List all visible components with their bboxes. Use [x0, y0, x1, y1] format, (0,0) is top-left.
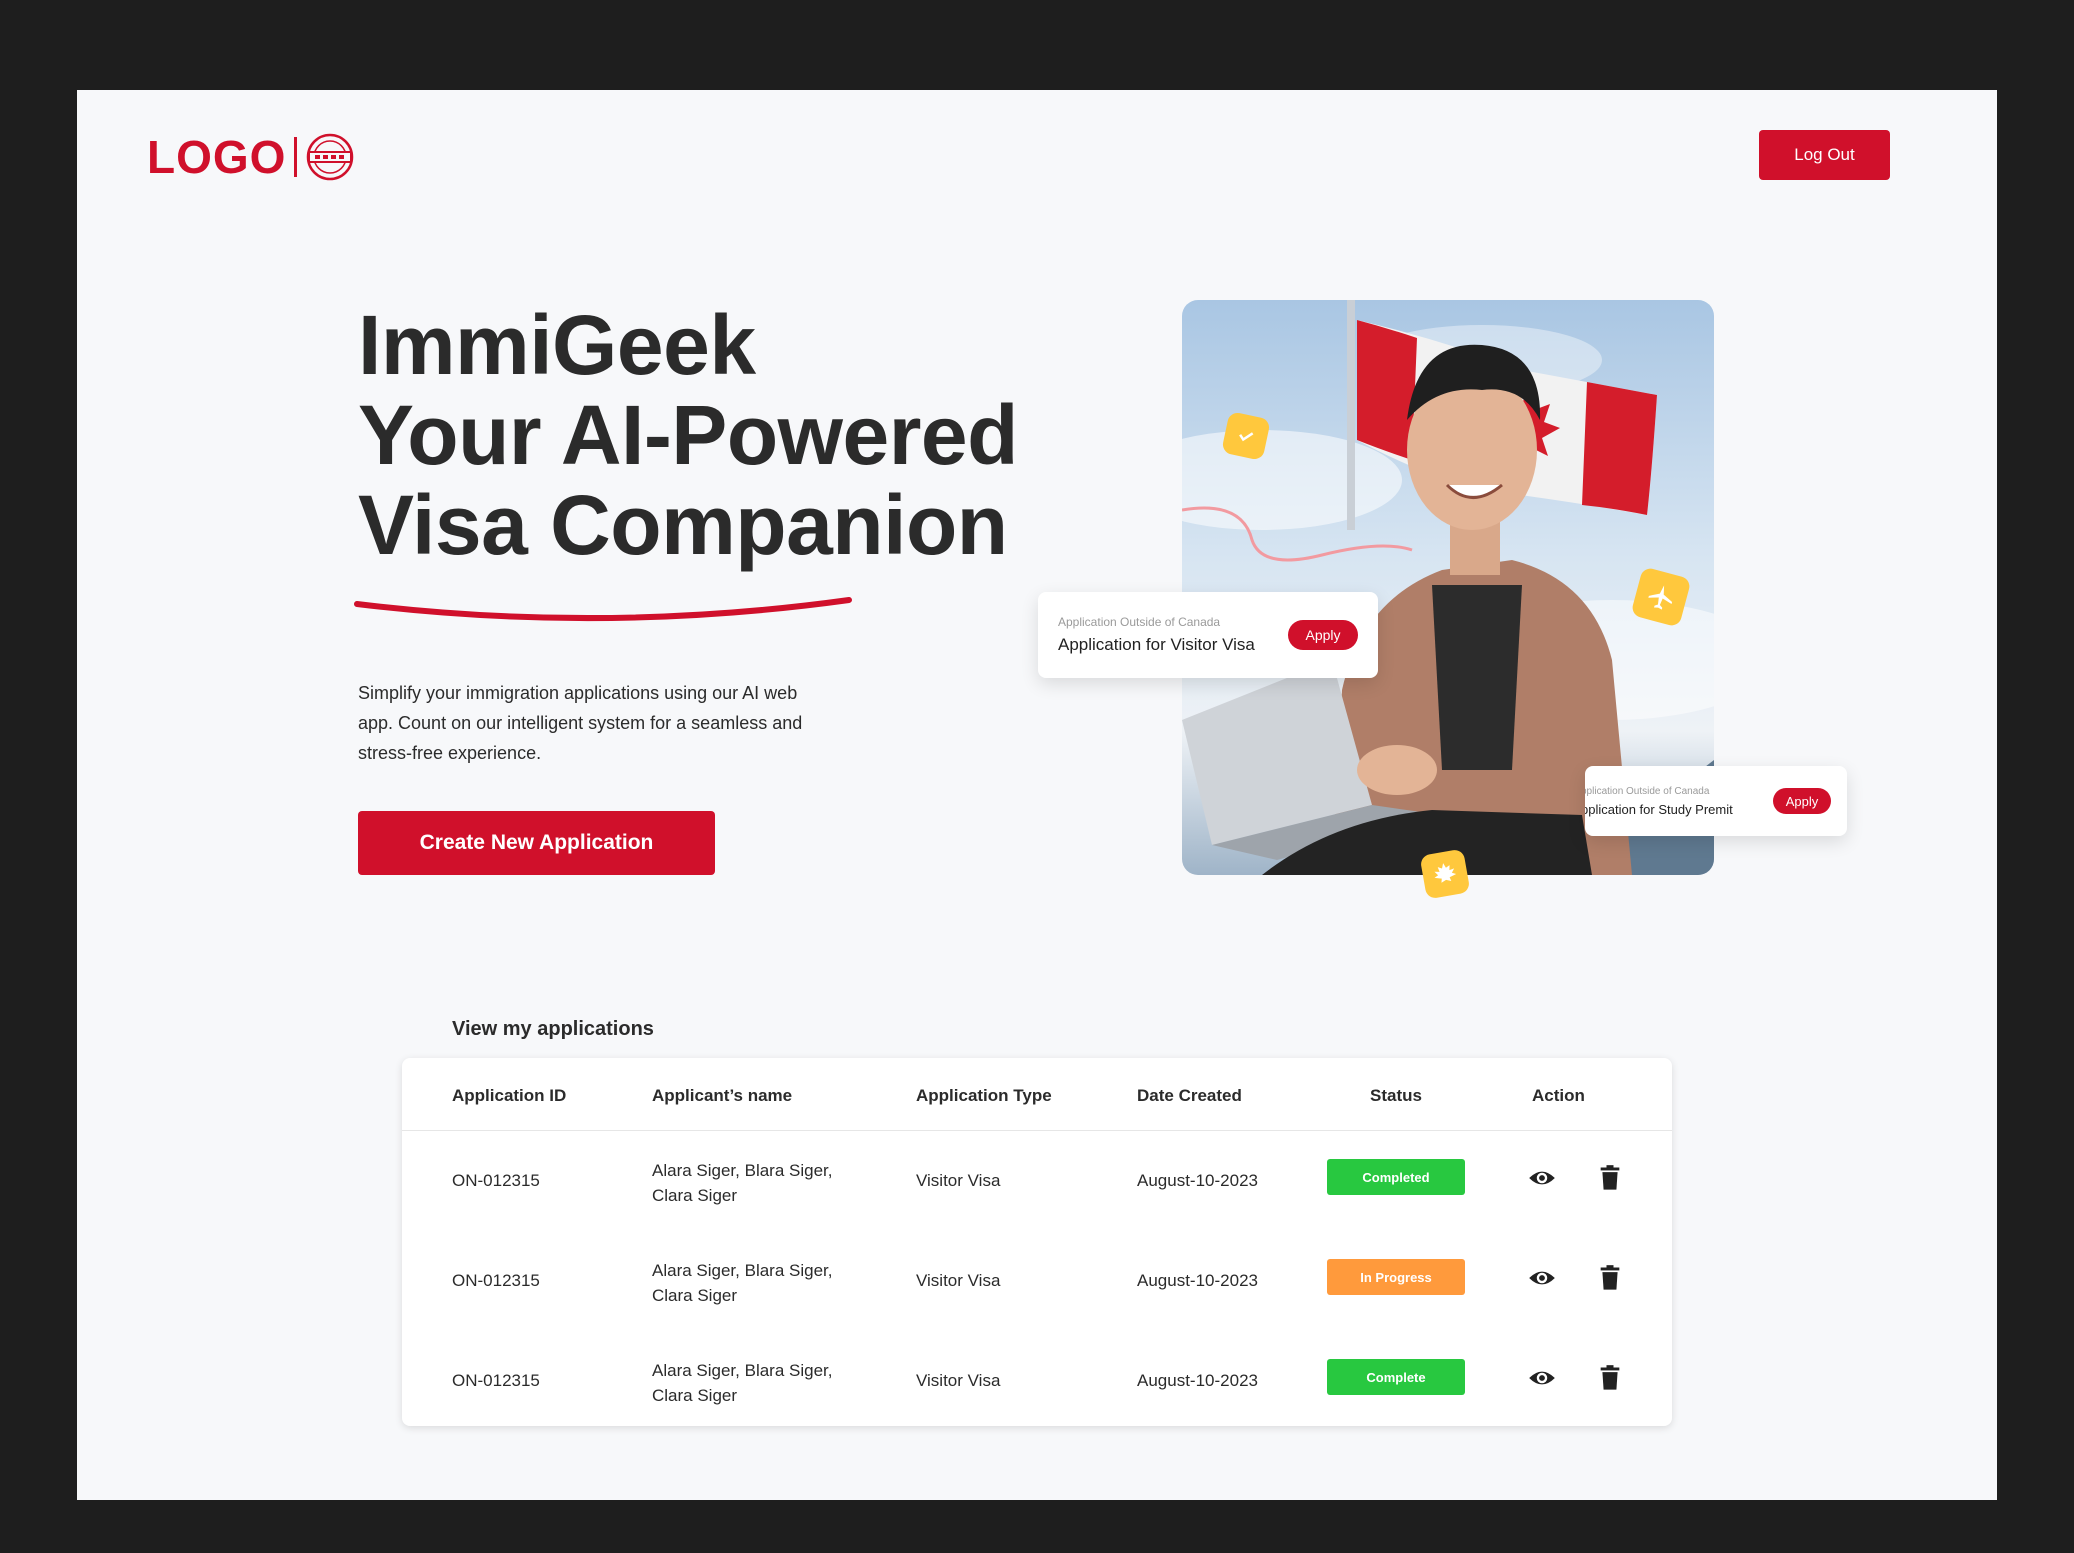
apply-visitor-visa-button[interactable]: Apply	[1288, 620, 1358, 650]
table-row: ON-012315 Alara Siger, Blara Siger, Clar…	[402, 1230, 1672, 1330]
maple-leaf-badge-icon	[1419, 848, 1471, 900]
column-header-date: Date Created	[1137, 1086, 1242, 1105]
eye-icon[interactable]	[1528, 1364, 1556, 1392]
card-title: pplication for Study Premit	[1585, 801, 1733, 817]
logo[interactable]: LOGO	[147, 130, 355, 184]
visitor-visa-card: Application Outside of Canada Applicatio…	[1038, 592, 1378, 678]
table-row: ON-012315 Alara Siger, Blara Siger, Clar…	[402, 1330, 1672, 1430]
application-type: Visitor Visa	[916, 1171, 1001, 1190]
logo-emblem-icon	[307, 133, 354, 181]
status-badge: In Progress	[1327, 1259, 1465, 1295]
applicant-names: Alara Siger, Blara Siger, Clara Siger	[652, 1161, 833, 1205]
column-header-action: Action	[1532, 1086, 1585, 1105]
date-created: August-10-2023	[1137, 1271, 1258, 1290]
status-badge: Complete	[1327, 1359, 1465, 1395]
column-header-name: Applicant’s name	[652, 1086, 793, 1105]
check-badge-icon	[1221, 411, 1271, 461]
logo-divider	[294, 137, 298, 177]
application-id: ON-012315	[452, 1271, 540, 1290]
study-permit-card: pplication Outside of Canada pplication …	[1585, 766, 1847, 836]
table-row: ON-012315 Alara Siger, Blara Siger, Clar…	[402, 1130, 1672, 1230]
eye-icon[interactable]	[1528, 1164, 1556, 1192]
card-subtitle: Application Outside of Canada	[1058, 615, 1221, 629]
create-application-button[interactable]: Create New Application	[358, 811, 715, 875]
trash-icon[interactable]	[1598, 1264, 1622, 1292]
column-header-id: Application ID	[452, 1086, 567, 1105]
hero-title-line: ImmiGeek	[358, 298, 756, 392]
trash-icon[interactable]	[1598, 1164, 1622, 1192]
trash-icon[interactable]	[1598, 1364, 1622, 1392]
application-id: ON-012315	[452, 1371, 540, 1390]
column-header-status: Status	[1370, 1086, 1422, 1105]
hero-title-line: Visa Companion	[358, 478, 1008, 572]
table-header: Application ID Applicant’s name Applicat…	[402, 1058, 1672, 1131]
hero-underline	[354, 597, 852, 622]
hero-title-line: Your AI-Powered	[358, 388, 1018, 482]
status-badge: Completed	[1327, 1159, 1465, 1195]
column-header-type: Application Type	[916, 1086, 1052, 1105]
eye-icon[interactable]	[1528, 1264, 1556, 1292]
hero-title: ImmiGeek Your AI-Powered Visa Companion	[358, 300, 1018, 570]
applications-heading: View my applications	[452, 1018, 654, 1040]
page: LOGO Log Out ImmiGeek Your AI-Powered Vi…	[77, 90, 1997, 1500]
application-type: Visitor Visa	[916, 1371, 1001, 1390]
hero-description: Simplify your immigration applications u…	[358, 683, 803, 763]
applicant-names: Alara Siger, Blara Siger, Clara Siger	[652, 1361, 833, 1405]
logout-button[interactable]: Log Out	[1759, 130, 1890, 180]
apply-study-permit-button[interactable]: Apply	[1773, 788, 1831, 814]
date-created: August-10-2023	[1137, 1371, 1258, 1390]
applicant-names: Alara Siger, Blara Siger, Clara Siger	[652, 1261, 833, 1305]
application-type: Visitor Visa	[916, 1271, 1001, 1290]
card-title: Application for Visitor Visa	[1058, 635, 1255, 654]
applications-table: Application ID Applicant’s name Applicat…	[402, 1058, 1672, 1426]
logo-text: LOGO	[147, 131, 287, 183]
card-subtitle: pplication Outside of Canada	[1585, 785, 1710, 797]
application-id: ON-012315	[452, 1171, 540, 1190]
date-created: August-10-2023	[1137, 1171, 1258, 1190]
